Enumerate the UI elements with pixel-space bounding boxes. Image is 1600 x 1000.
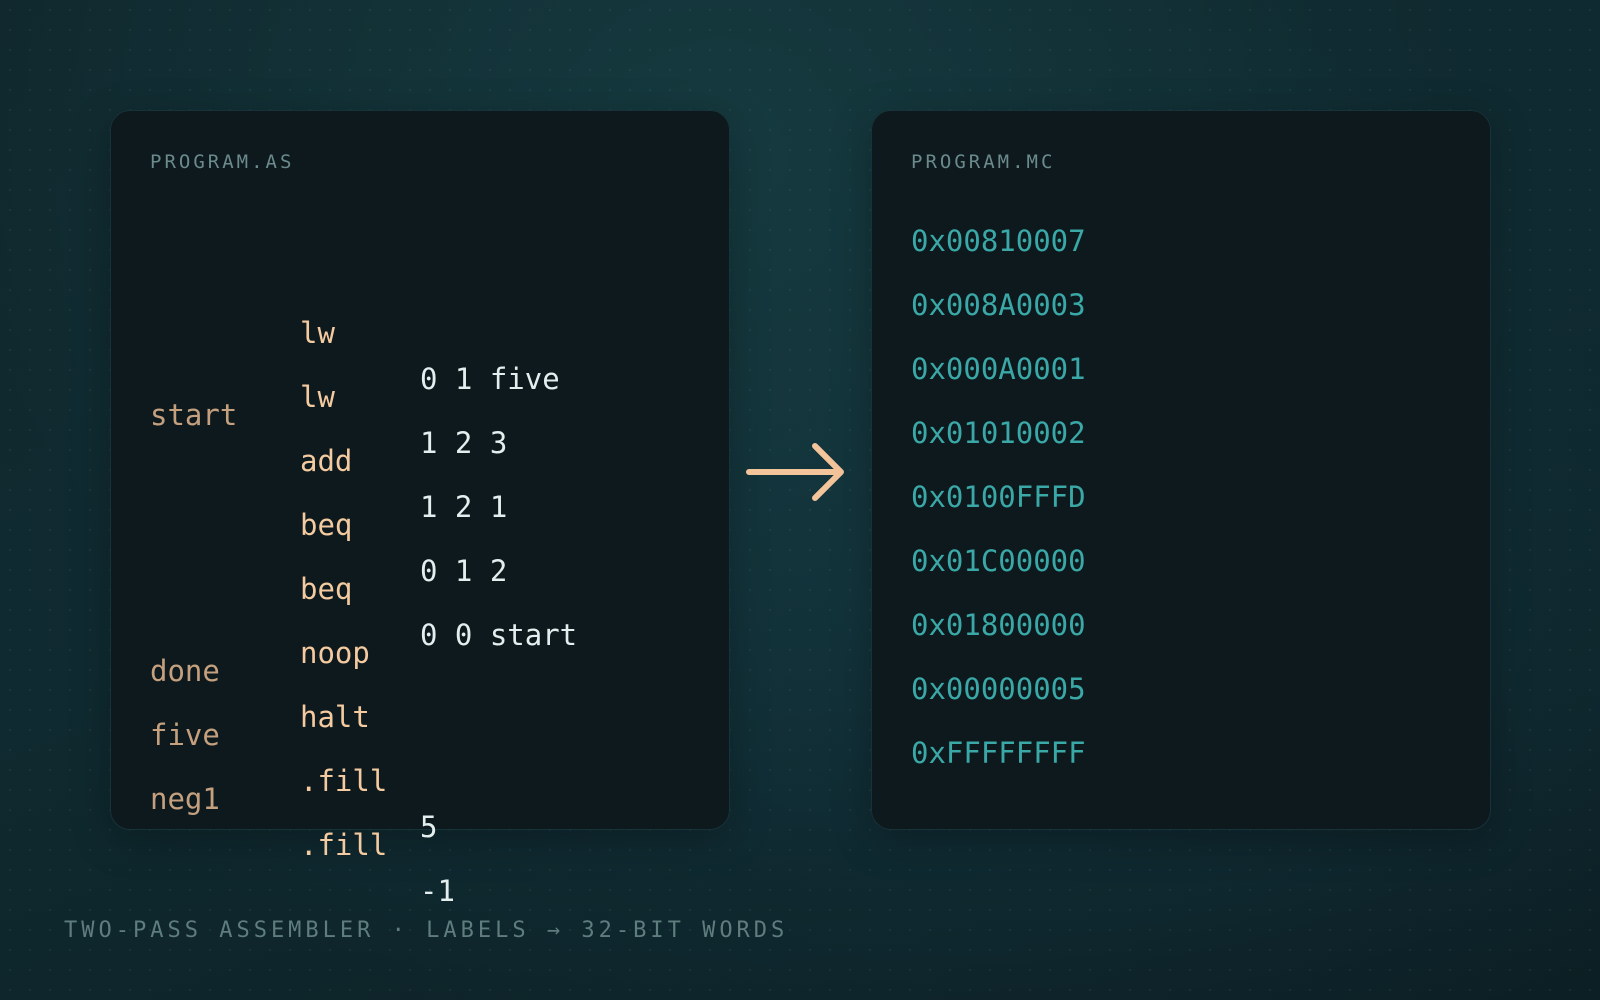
- source-panel-title: PROGRAM.AS: [150, 151, 295, 173]
- output-panel: PROGRAM.MC 0x00810007 0x008A0003 0x000A0…: [871, 110, 1491, 830]
- source-line: lw 0 1 five: [150, 218, 709, 396]
- machine-word: 0x000A0001: [911, 352, 1086, 386]
- source-line: lw 1 2 3: [150, 282, 709, 460]
- machine-code-list: 0x00810007 0x008A0003 0x000A0001 0x01010…: [911, 218, 1470, 794]
- arrow-right-icon: [746, 443, 844, 501]
- source-line-opcode: .fill: [300, 828, 388, 862]
- source-line: done halt: [150, 602, 709, 734]
- machine-word: 0x01C00000: [911, 544, 1086, 578]
- machine-word: 0x01010002: [911, 416, 1086, 450]
- machine-word: 0x00000005: [911, 672, 1086, 706]
- machine-word: 0xFFFFFFFF: [911, 736, 1086, 770]
- source-line-label: neg1: [150, 782, 220, 816]
- machine-word: 0x01800000: [911, 608, 1086, 642]
- source-line: noop: [150, 538, 709, 670]
- source-line: start add 1 2 1: [150, 346, 709, 524]
- source-line: beq 0 1 2: [150, 410, 709, 588]
- source-code-list: lw 0 1 five lw 1 2 3 start add 1 2 1 beq…: [150, 218, 709, 908]
- source-line-args: 5: [420, 810, 438, 844]
- source-line: beq 0 0 start: [150, 474, 709, 652]
- machine-word: 0x008A0003: [911, 288, 1086, 322]
- machine-word: 0x00810007: [911, 224, 1086, 258]
- source-line: five .fill 5: [150, 666, 709, 844]
- footer-caption: TWO-PASS ASSEMBLER · LABELS → 32-BIT WOR…: [64, 918, 789, 943]
- source-panel: PROGRAM.AS lw 0 1 five lw 1 2 3 start ad…: [110, 110, 730, 908]
- source-line: neg1 .fill -1: [150, 730, 709, 908]
- machine-word: 0x0100FFFD: [911, 480, 1086, 514]
- source-line-args: -1: [420, 874, 455, 908]
- output-panel-title: PROGRAM.MC: [911, 151, 1056, 173]
